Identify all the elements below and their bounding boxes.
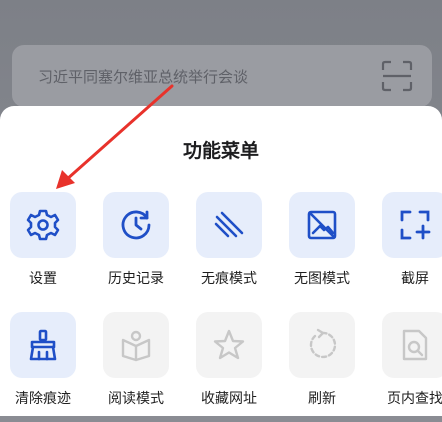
star-icon: [213, 329, 245, 360]
menu-item-label: 刷新: [308, 391, 336, 407]
reading-icon: [121, 330, 151, 362]
menu-item-clear-traces[interactable]: 清除痕迹: [1, 312, 87, 422]
find-in-page-tile[interactable]: [382, 312, 442, 378]
menu-item-label: 收藏网址: [201, 391, 257, 407]
screenshot-tile[interactable]: [382, 192, 442, 258]
menu-item-find-in-page[interactable]: 页内查找: [373, 312, 442, 422]
history-tile[interactable]: [103, 192, 169, 258]
bookmark-tile[interactable]: [196, 312, 262, 378]
menu-item-label: 页内查找: [387, 391, 442, 407]
refresh-icon: [309, 328, 337, 359]
menu-item-incognito[interactable]: 无痕模式: [187, 192, 273, 302]
broom-icon: [29, 329, 57, 361]
reading-tile[interactable]: [103, 312, 169, 378]
menu-item-label: 无痕模式: [201, 271, 257, 287]
menu-item-label: 设置: [29, 271, 57, 287]
refresh-tile[interactable]: [289, 312, 355, 378]
menu-item-label: 历史记录: [108, 271, 164, 287]
menu-item-reading[interactable]: 阅读模式: [94, 312, 180, 422]
menu-item-settings[interactable]: 设置: [1, 192, 87, 302]
menu-item-label: 无图模式: [294, 271, 350, 287]
menu-item-no-image[interactable]: 无图模式: [280, 192, 366, 302]
menu-item-screenshot[interactable]: 截屏: [373, 192, 442, 302]
menu-item-history[interactable]: 历史记录: [94, 192, 180, 302]
menu-item-refresh[interactable]: 刷新: [280, 312, 366, 422]
function-menu-sheet: 功能菜单 设置 历史记录 无痕模式 无图模式 截屏 清除痕迹 阅读模式 收藏网址…: [0, 106, 442, 416]
search-query-text: 习近平同塞尔维亚总统举行会谈: [38, 68, 249, 86]
gear-icon: [26, 209, 60, 241]
menu-item-label: 截屏: [401, 271, 429, 287]
incognito-icon: [214, 211, 244, 238]
settings-tile[interactable]: [10, 192, 76, 258]
clear-traces-tile[interactable]: [10, 312, 76, 378]
incognito-tile[interactable]: [196, 192, 262, 258]
screenshot-icon: [400, 210, 431, 240]
scan-icon[interactable]: [380, 59, 414, 93]
menu-title: 功能菜单: [182, 140, 259, 162]
menu-item-label: 清除痕迹: [15, 391, 71, 407]
no-image-tile[interactable]: [289, 192, 355, 258]
no-image-icon: [307, 210, 337, 240]
search-bar[interactable]: 习近平同塞尔维亚总统举行会谈: [12, 45, 432, 107]
find-in-page-icon: [402, 329, 428, 361]
history-icon: [121, 210, 151, 240]
menu-item-bookmark[interactable]: 收藏网址: [187, 312, 273, 422]
menu-item-label: 阅读模式: [108, 391, 164, 407]
